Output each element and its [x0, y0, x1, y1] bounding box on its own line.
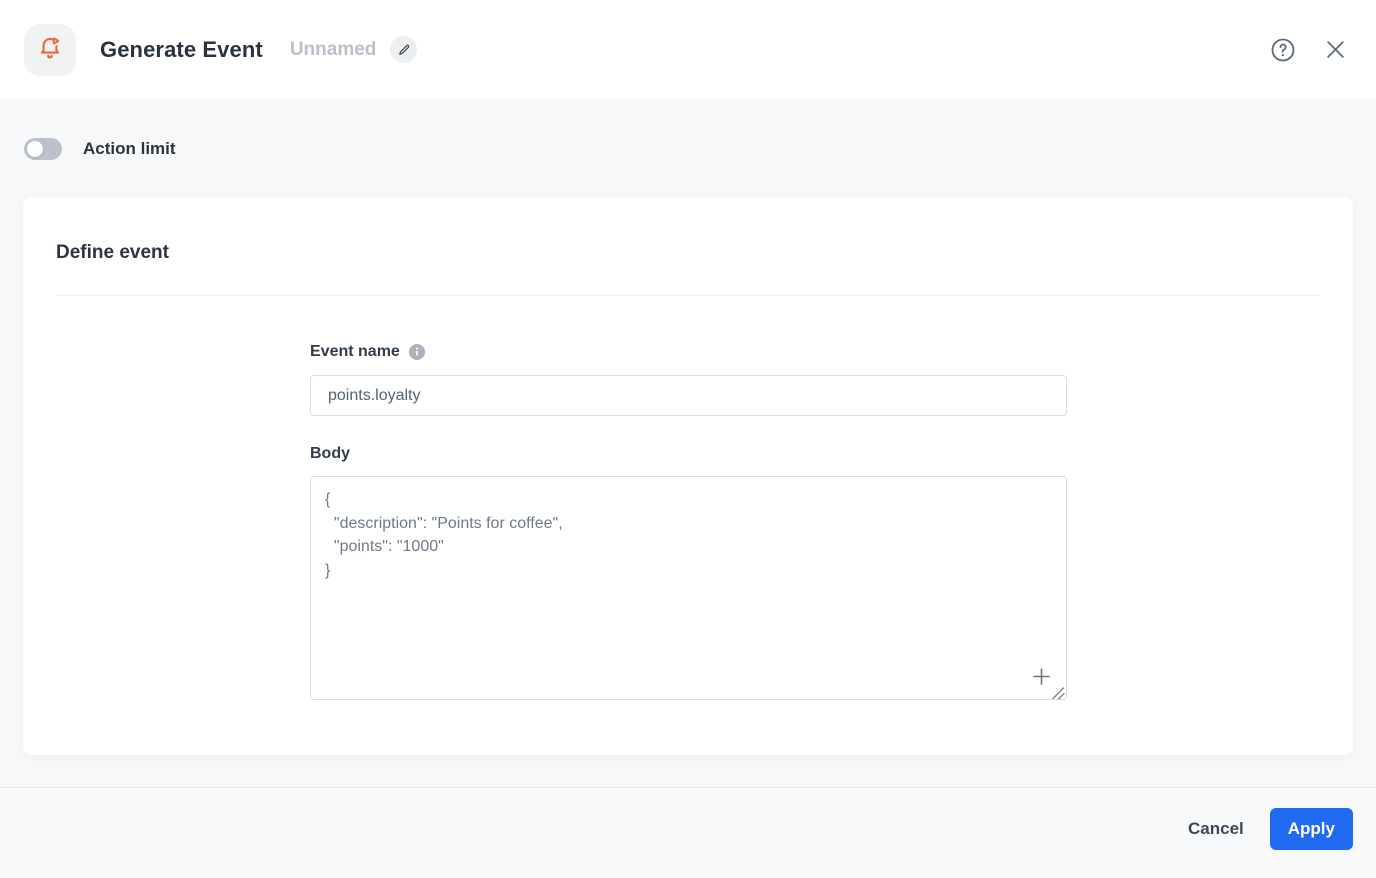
body-label-row: Body — [310, 444, 1067, 463]
help-button[interactable] — [1270, 37, 1296, 63]
body-label: Body — [310, 444, 350, 462]
event-name-input[interactable] — [310, 375, 1067, 416]
header-left-group: Generate Event Unnamed — [24, 23, 418, 76]
body-editor: { "description": "Points for coffee", "p… — [310, 476, 1067, 700]
card-title: Define event — [56, 242, 169, 263]
event-name-label: Event name — [310, 342, 400, 360]
x-icon — [1325, 39, 1346, 60]
card-divider — [56, 295, 1320, 296]
event-name-label-row: Event name — [310, 342, 1067, 361]
bell-play-icon — [35, 35, 65, 65]
action-limit-toggle[interactable] — [24, 138, 62, 160]
apply-button[interactable]: Apply — [1269, 808, 1353, 850]
action-limit-label: Action limit — [83, 139, 176, 158]
resize-corner-icon[interactable] — [1050, 685, 1066, 701]
app-icon-tile — [24, 23, 76, 76]
edit-name-button[interactable] — [390, 36, 418, 63]
body-textarea[interactable]: { "description": "Points for coffee", "p… — [310, 476, 1067, 700]
modal-header: Generate Event Unnamed — [0, 0, 1376, 99]
plus-icon — [1032, 667, 1051, 686]
page-title: Generate Event — [100, 36, 263, 62]
pencil-icon — [398, 44, 410, 56]
info-circle-icon[interactable] — [408, 343, 425, 360]
toggle-knob — [27, 141, 43, 157]
header-right-group — [1270, 37, 1346, 63]
instance-name: Unnamed — [289, 38, 377, 60]
modal-footer: Cancel Apply — [0, 787, 1376, 878]
event-form: Event name Body { "description": "Points… — [310, 342, 1067, 700]
question-circle-icon — [1270, 37, 1296, 63]
close-button[interactable] — [1325, 39, 1346, 60]
action-limit-row: Action limit — [24, 138, 1376, 160]
add-parameter-button[interactable] — [1032, 667, 1051, 686]
define-event-card: Define event Event name Body { "descript… — [23, 197, 1353, 755]
cancel-button[interactable]: Cancel — [1175, 808, 1257, 850]
